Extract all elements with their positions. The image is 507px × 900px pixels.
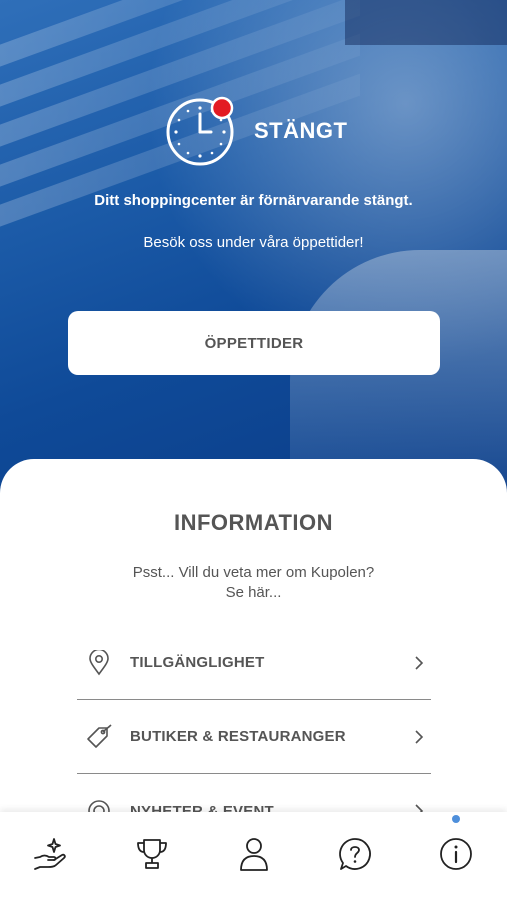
price-tag-icon bbox=[81, 719, 117, 755]
subtitle-line: Psst... Vill du veta mer om Kupolen? bbox=[132, 564, 375, 581]
trophy-icon bbox=[134, 836, 170, 877]
clock-icon bbox=[165, 96, 235, 166]
tab-help[interactable] bbox=[304, 812, 405, 900]
tab-rewards[interactable] bbox=[101, 812, 202, 900]
tab-offers[interactable] bbox=[0, 812, 101, 900]
tab-profile[interactable] bbox=[203, 812, 304, 900]
list-item-label: TILLGÄNGLIGHET bbox=[130, 654, 265, 671]
location-pin-icon bbox=[81, 645, 117, 681]
hero-banner: STÄNGT Ditt shoppingcenter är förnärvara… bbox=[0, 0, 507, 520]
visit-message: Besök oss under våra öppettider! bbox=[143, 234, 364, 251]
status-label: STÄNGT bbox=[254, 118, 348, 143]
active-tab-indicator bbox=[452, 815, 461, 823]
question-bubble-icon bbox=[337, 836, 373, 877]
tab-info[interactable] bbox=[406, 812, 507, 900]
opening-hours-button[interactable]: ÖPPETTIDER bbox=[68, 311, 440, 375]
subtitle-line: Se här... bbox=[225, 584, 282, 601]
information-subtitle: Psst... Vill du veta mer om Kupolen? Se … bbox=[0, 563, 507, 603]
info-circle-icon bbox=[438, 836, 474, 877]
information-title: INFORMATION bbox=[173, 510, 334, 535]
bottom-tab-bar bbox=[0, 812, 507, 900]
status-dot bbox=[210, 96, 234, 120]
list-item-stores-restaurants[interactable]: BUTIKER & RESTAURANGER bbox=[77, 700, 431, 774]
background-wall bbox=[345, 0, 507, 45]
list-item-label: BUTIKER & RESTAURANGER bbox=[130, 728, 346, 745]
chevron-right-icon bbox=[407, 651, 431, 675]
person-icon bbox=[237, 836, 271, 877]
list-item-accessibility[interactable]: TILLGÄNGLIGHET bbox=[77, 626, 431, 700]
closed-message: Ditt shoppingcenter är förnärvarande stä… bbox=[94, 192, 413, 209]
status-row: STÄNGT bbox=[165, 96, 347, 166]
chevron-right-icon bbox=[407, 725, 431, 749]
hand-sparkle-icon bbox=[32, 835, 70, 878]
